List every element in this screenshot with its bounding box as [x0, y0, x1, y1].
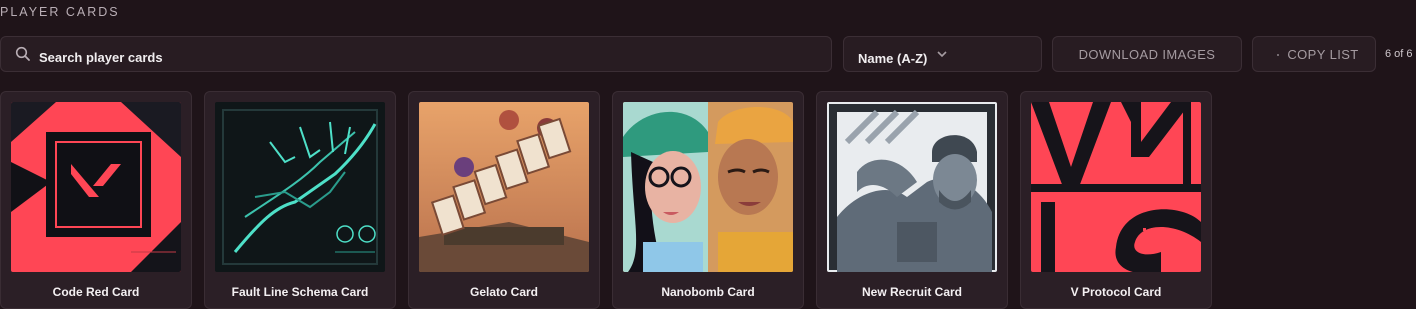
player-card-name: Gelato Card — [469, 285, 538, 299]
soldier-portrait-art — [827, 102, 997, 272]
gelato-sign-art — [419, 102, 589, 272]
toolbar: Name (A-Z) DOWNLOAD IMAGES COPY LIST 6 o… — [0, 36, 1416, 73]
sort-selected-value: Name (A-Z) — [858, 51, 928, 66]
player-card[interactable]: Gelato Card — [408, 91, 600, 309]
player-card-name: New Recruit Card — [861, 285, 963, 299]
download-images-label: DOWNLOAD IMAGES — [1078, 46, 1216, 62]
copy-list-label: COPY LIST — [1287, 46, 1359, 62]
chevron-down-icon — [937, 51, 947, 58]
valorant-logo-red-art — [11, 102, 181, 272]
page-title: PLAYER CARDS — [0, 5, 120, 19]
two-agents-portrait-art — [623, 102, 793, 272]
copy-list-button[interactable]: COPY LIST — [1252, 36, 1376, 72]
wireframe-robot-hand-art — [215, 102, 385, 272]
player-card[interactable]: V Protocol Card — [1020, 91, 1212, 309]
sort-select[interactable]: Name (A-Z) — [843, 36, 1042, 72]
search-icon — [15, 46, 30, 61]
player-card[interactable]: Nanobomb Card — [612, 91, 804, 309]
search-box[interactable] — [0, 36, 832, 72]
player-card-name: V Protocol Card — [1070, 285, 1162, 299]
player-card[interactable]: New Recruit Card — [816, 91, 1008, 309]
download-images-button[interactable]: DOWNLOAD IMAGES — [1052, 36, 1242, 72]
player-card-name: Fault Line Schema Card — [231, 285, 369, 299]
player-card-name: Nanobomb Card — [661, 285, 755, 299]
result-count: 6 of 6 — [1385, 48, 1413, 60]
v-protocol-typography-art — [1031, 102, 1201, 272]
player-card[interactable]: Fault Line Schema Card — [204, 91, 396, 309]
search-input[interactable] — [39, 45, 799, 69]
player-card-name: Code Red Card — [52, 285, 140, 299]
player-card[interactable]: Code Red Card — [0, 91, 192, 309]
copy-icon — [1277, 54, 1279, 56]
